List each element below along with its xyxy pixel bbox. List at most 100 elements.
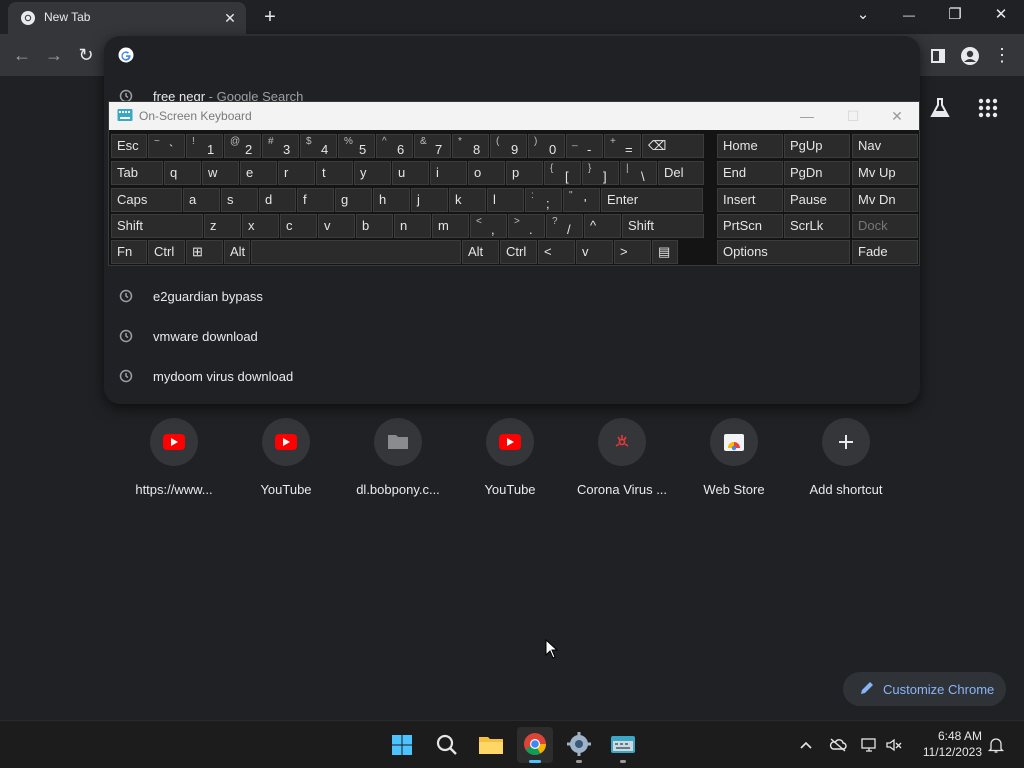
key-end[interactable]: End — [717, 161, 783, 185]
key-x96[interactable]: ~ ` — [148, 134, 185, 158]
reload-button[interactable]: ↻ — [72, 42, 100, 70]
key-j[interactable]: j — [411, 188, 448, 212]
osk-taskbar-button[interactable] — [605, 727, 641, 763]
key-o[interactable]: o — [468, 161, 505, 185]
chrome-menu-button[interactable]: ⋮ — [988, 42, 1016, 70]
key-x94[interactable]: ^ — [584, 214, 621, 238]
key-a[interactable]: a — [183, 188, 220, 212]
labs-button[interactable] — [928, 96, 956, 124]
key-w[interactable]: w — [202, 161, 239, 185]
key-u[interactable]: u — [392, 161, 429, 185]
key-k[interactable]: k — [449, 188, 486, 212]
restore-button[interactable]: ❐ — [932, 2, 978, 30]
key-r[interactable]: r — [278, 161, 315, 185]
key-caps[interactable]: Caps — [111, 188, 182, 212]
shortcut-tile[interactable]: YouTube — [230, 418, 342, 508]
key-y[interactable]: y — [354, 161, 391, 185]
show-hidden-icons-button[interactable] — [796, 735, 816, 755]
key-x39[interactable]: " ' — [563, 188, 600, 212]
key-g[interactable]: g — [335, 188, 372, 212]
key-x46[interactable]: >. — [508, 214, 545, 238]
key-d[interactable]: d — [259, 188, 296, 212]
key-x92[interactable]: | \ — [620, 161, 657, 185]
key-2[interactable]: @2 — [224, 134, 261, 158]
key-x59[interactable]: :; — [525, 188, 562, 212]
key-x47[interactable]: ? / — [546, 214, 583, 238]
key-0[interactable]: ) 0 — [528, 134, 565, 158]
key-l[interactable]: l — [487, 188, 524, 212]
key-scrlk[interactable]: ScrLk — [784, 214, 850, 238]
shortcut-tile[interactable]: dl.bobpony.c... — [342, 418, 454, 508]
key-4[interactable]: $4 — [300, 134, 337, 158]
key-esc[interactable]: Esc — [111, 134, 147, 158]
key-pgdn[interactable]: PgDn — [784, 161, 850, 185]
profile-button[interactable] — [956, 42, 984, 70]
key-mv-up[interactable]: Mv Up — [852, 161, 918, 185]
key-home[interactable]: Home — [717, 134, 783, 158]
customize-chrome-button[interactable]: Customize Chrome — [843, 672, 1006, 706]
key-pgup[interactable]: PgUp — [784, 134, 850, 158]
key-8[interactable]: * 8 — [452, 134, 489, 158]
key-p[interactable]: p — [506, 161, 543, 185]
key-fade[interactable]: Fade — [852, 240, 918, 264]
suggestion-row[interactable]: e2guardian bypass — [104, 277, 920, 317]
key-fn[interactable]: Fn — [111, 240, 147, 264]
volume-button[interactable] — [884, 735, 904, 755]
suggestion-row[interactable]: vmware download — [104, 317, 920, 357]
key-ctrl[interactable]: Ctrl — [500, 240, 537, 264]
new-tab-button[interactable]: + — [258, 6, 282, 30]
key-prtscn[interactable]: PrtScn — [717, 214, 783, 238]
shortcut-tile[interactable]: Corona Virus ... — [566, 418, 678, 508]
key-shift[interactable]: Shift — [111, 214, 203, 238]
file-explorer-button[interactable] — [473, 727, 509, 763]
network-button[interactable] — [860, 735, 880, 755]
key-x44[interactable]: <, — [470, 214, 507, 238]
key-v[interactable]: v — [576, 240, 613, 264]
key-1[interactable]: ! 1 — [186, 134, 223, 158]
key-t[interactable]: t — [316, 161, 353, 185]
key-tab[interactable]: Tab — [111, 161, 163, 185]
shortcut-tile[interactable]: https://www... — [118, 418, 230, 508]
key-e[interactable]: e — [240, 161, 277, 185]
key-q[interactable]: q — [164, 161, 201, 185]
key-m[interactable]: m — [432, 214, 469, 238]
key-shift[interactable]: Shift — [622, 214, 704, 238]
key-options[interactable]: Options — [717, 240, 850, 264]
shortcut-tile[interactable]: Web Store — [678, 418, 790, 508]
forward-button[interactable]: → — [40, 42, 68, 70]
search-button[interactable] — [429, 727, 465, 763]
clock[interactable]: 6:48 AM 11/12/2023 — [912, 728, 982, 760]
side-panel-button[interactable] — [924, 42, 952, 70]
address-bar-input[interactable] — [144, 42, 904, 68]
google-apps-button[interactable] — [976, 96, 1004, 124]
key-3[interactable]: #3 — [262, 134, 299, 158]
key-x8862[interactable]: ⊞ — [186, 240, 223, 264]
key-dock[interactable]: Dock — [852, 214, 918, 238]
key-x60[interactable]: < — [538, 240, 575, 264]
key-alt[interactable]: Alt — [224, 240, 250, 264]
key-x9003[interactable]: ⌫ — [642, 134, 704, 158]
key-ctrl[interactable]: Ctrl — [148, 240, 185, 264]
back-button[interactable]: ← — [8, 42, 36, 70]
key-pause[interactable]: Pause — [784, 188, 850, 212]
key-c[interactable]: c — [280, 214, 317, 238]
key-enter[interactable]: Enter — [601, 188, 703, 212]
tab-search-button[interactable]: ⌄ — [840, 2, 886, 30]
key-6[interactable]: ^ 6 — [376, 134, 413, 158]
key-f[interactable]: f — [297, 188, 334, 212]
onedrive-button[interactable] — [828, 735, 848, 755]
key--[interactable]: _ - — [566, 134, 603, 158]
start-button[interactable] — [384, 727, 420, 763]
key-5[interactable]: % 5 — [338, 134, 375, 158]
settings-taskbar-button[interactable] — [561, 727, 597, 763]
key-x[interactable]: x — [242, 214, 279, 238]
shortcut-tile[interactable]: YouTube — [454, 418, 566, 508]
key-v[interactable]: v — [318, 214, 355, 238]
key-insert[interactable]: Insert — [717, 188, 783, 212]
key-del[interactable]: Del — [658, 161, 704, 185]
key-x9636[interactable]: ▤ — [652, 240, 678, 264]
key-x61[interactable]: + = — [604, 134, 641, 158]
tab-new-tab[interactable]: New Tab ✕ — [8, 2, 246, 34]
key-n[interactable]: n — [394, 214, 431, 238]
minimize-button[interactable]: — — [886, 2, 932, 30]
